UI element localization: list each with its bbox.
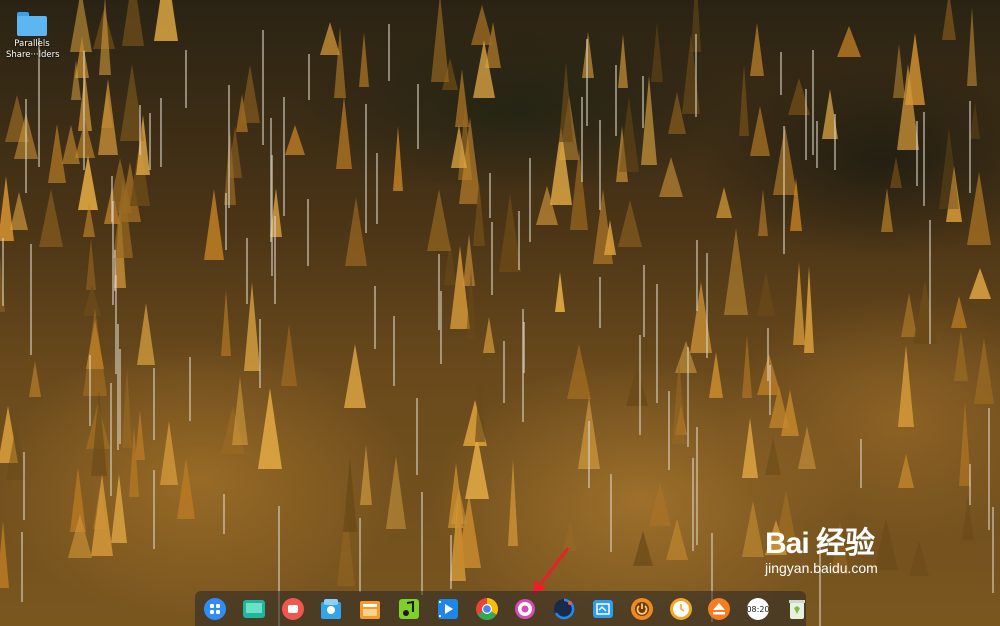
store-icon (321, 598, 342, 619)
screenshot-icon (592, 599, 613, 618)
watermark-url: jingyan.baidu.com (765, 560, 878, 576)
desktop-icon-label: Parallels Share···lders (6, 39, 60, 60)
dock-item-app-store[interactable] (318, 596, 344, 622)
power-icon (630, 597, 653, 620)
dock-item-file-manager[interactable] (357, 596, 383, 622)
dock-item-trash[interactable] (784, 596, 810, 622)
gear-icon (515, 598, 536, 619)
clock-icon (669, 597, 692, 620)
video-icon (437, 598, 458, 619)
trash-icon (788, 599, 805, 619)
files-icon (360, 600, 381, 619)
dock-item-music[interactable] (396, 596, 422, 622)
watermark-logo: Bai 经验 (765, 527, 875, 560)
dock-item-multitasking-view[interactable] (241, 596, 267, 622)
datetime-text: 08:20 (747, 605, 770, 614)
eject-icon (708, 597, 731, 620)
datetime-icon: 08:20 (747, 597, 770, 620)
dock-item-movie[interactable] (435, 596, 461, 622)
dock-item-control-center[interactable] (512, 596, 538, 622)
dock-item-screen-recorder[interactable] (280, 596, 306, 622)
folder-icon (17, 12, 47, 36)
dock-item-clock[interactable] (668, 596, 694, 622)
multitask-icon (242, 599, 265, 618)
chrome-icon (475, 597, 498, 620)
dock-item-shutdown[interactable] (629, 596, 655, 622)
baidu-jingyan-watermark: Bai 经验 jingyan.baidu.com (765, 518, 955, 576)
dock-item-chrome[interactable] (474, 596, 500, 622)
dock-item-deepin-browser[interactable] (551, 596, 577, 622)
dock-item-launcher[interactable] (202, 596, 228, 622)
music-icon (398, 598, 419, 619)
dock-item-eject[interactable] (706, 596, 732, 622)
launcher-icon (204, 597, 226, 620)
browser-icon (554, 598, 575, 619)
dock-item-screenshot[interactable] (590, 596, 616, 622)
dock-item-datetime[interactable]: 08:20 (745, 596, 771, 622)
dock: 08:20 (195, 591, 806, 626)
record-icon (281, 597, 304, 620)
desktop-icon-parallels-shared-folders[interactable]: Parallels Share···lders (6, 12, 60, 61)
